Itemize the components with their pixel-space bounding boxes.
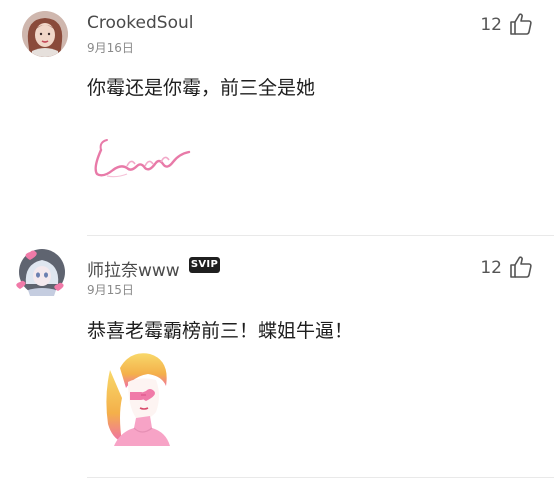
svip-badge: SVIP [189, 257, 220, 273]
username[interactable]: 师拉奈www [87, 256, 180, 281]
avatar[interactable] [22, 11, 68, 57]
divider [87, 477, 554, 478]
like-count: 12 [480, 258, 502, 278]
comment-text: 你霉还是你霉，前三全是她 [87, 77, 316, 99]
like-count: 12 [480, 15, 502, 35]
comment-date: 9月16日 [87, 41, 134, 55]
comment-date: 9月15日 [87, 283, 134, 297]
thumbs-up-icon[interactable] [508, 254, 534, 280]
user-avatar-photo [22, 11, 68, 57]
comment-text: 恭喜老霉霸榜前三！蝶姐牛逼！ [87, 320, 354, 342]
blonde-girl-heart-glasses-sticker[interactable] [100, 346, 180, 454]
user-avatar-illustration [16, 249, 65, 296]
comment-item: 师拉奈www SVIP 9月15日 12 恭喜老霉霸榜前三！蝶姐牛逼！ [0, 236, 554, 482]
comment-item: CrookedSoul 9月16日 12 你霉还是你霉，前三全是她 [0, 0, 554, 236]
avatar[interactable] [16, 249, 65, 296]
thumbs-up-icon[interactable] [508, 11, 534, 37]
lover-script-sticker[interactable] [87, 128, 195, 188]
username[interactable]: CrookedSoul [87, 13, 193, 33]
